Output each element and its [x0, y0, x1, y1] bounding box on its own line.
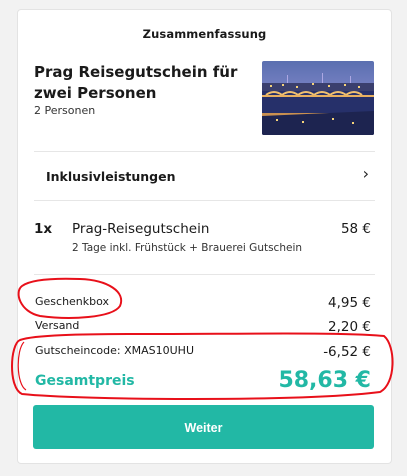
item-price: 58 € — [340, 221, 371, 237]
total-value: 58,63 € — [278, 368, 371, 393]
inclusions-toggle[interactable]: Inklusivleistungen › — [34, 152, 375, 200]
summary-title: Zusammenfassung — [142, 27, 267, 41]
line-value: 2,20 € — [328, 319, 371, 335]
product-title: Prag Reisegutschein für zwei Personen — [34, 63, 238, 102]
summary-card: Zusammenfassung Prag Reisegutschein für … — [17, 9, 392, 464]
line-label: Gutscheincode: XMAS10UHU — [35, 344, 194, 357]
total-label: Gesamtpreis — [35, 373, 135, 389]
divider — [34, 274, 375, 275]
chevron-right-icon: › — [362, 164, 369, 183]
inclusions-label: Inklusivleistungen — [46, 169, 176, 184]
line-value: -6,52 € — [323, 344, 371, 360]
product-persons: 2 Personen — [34, 104, 96, 117]
item-description: 2 Tage inkl. Frühstück + Brauerei Gutsch… — [72, 242, 303, 254]
line-label: Geschenkbox — [35, 295, 110, 308]
divider — [34, 200, 375, 201]
continue-button[interactable]: Weiter — [33, 405, 374, 449]
product-image — [262, 61, 374, 135]
item-name: Prag-Reisegutschein — [72, 221, 210, 237]
item-quantity: 1x — [34, 221, 53, 237]
line-value: 4,95 € — [328, 295, 371, 311]
line-label: Versand — [35, 319, 80, 332]
